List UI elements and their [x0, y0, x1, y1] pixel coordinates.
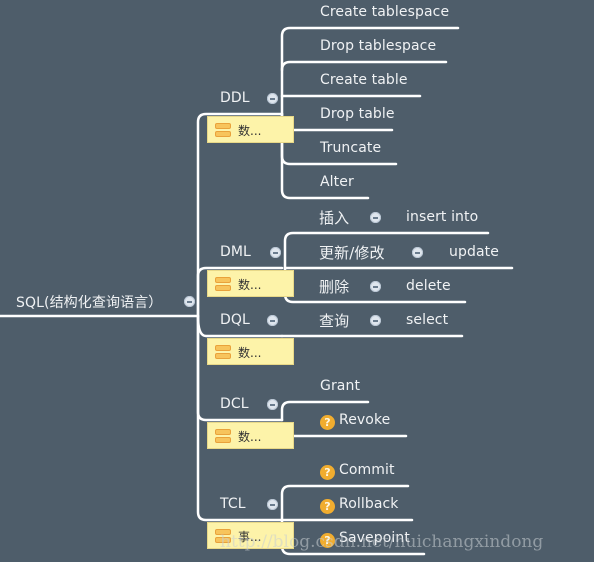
dml-note-text: 数...	[238, 278, 262, 292]
note-icon	[215, 429, 231, 443]
update-collapse-icon[interactable]	[412, 247, 423, 258]
question-icon: ?	[320, 465, 335, 480]
ddl-item[interactable]: Truncate	[320, 140, 381, 156]
dml-note[interactable]: 数...	[207, 270, 294, 297]
dcl-collapse-icon[interactable]	[267, 399, 278, 410]
dcl-note-text: 数...	[238, 430, 262, 444]
dql-select-label[interactable]: 查询	[319, 310, 349, 331]
branch-dql-label[interactable]: DQL	[220, 312, 250, 328]
ddl-item[interactable]: Drop tablespace	[320, 38, 436, 54]
ddl-item[interactable]: Create tablespace	[320, 4, 449, 20]
dcl-grant[interactable]: Grant	[320, 378, 360, 394]
note-icon	[215, 277, 231, 291]
dcl-note[interactable]: 数...	[207, 422, 294, 449]
dcl-revoke-label: Revoke	[339, 412, 391, 428]
tcl-rollback[interactable]: ? Rollback	[320, 496, 399, 514]
ddl-item[interactable]: Create table	[320, 72, 408, 88]
branch-tcl-label[interactable]: TCL	[220, 496, 246, 512]
tcl-collapse-icon[interactable]	[267, 499, 278, 510]
tcl-commit[interactable]: ? Commit	[320, 462, 395, 480]
insert-collapse-icon[interactable]	[370, 212, 381, 223]
note-icon	[215, 345, 231, 359]
branch-ddl-label[interactable]: DDL	[220, 90, 250, 106]
watermark: http://blog.csdn.net/huichangxindong	[220, 532, 544, 552]
dml-collapse-icon[interactable]	[270, 247, 281, 258]
dql-select-value[interactable]: select	[406, 312, 448, 328]
dml-delete-value[interactable]: delete	[406, 278, 451, 294]
dql-note-text: 数...	[238, 346, 262, 360]
ddl-note-text: 数...	[238, 124, 262, 138]
root-node-label[interactable]: SQL(结构化查询语言）	[16, 292, 162, 312]
tcl-commit-label: Commit	[339, 462, 395, 478]
ddl-note[interactable]: 数...	[207, 116, 294, 143]
question-icon: ?	[320, 415, 335, 430]
dml-update-value[interactable]: update	[449, 244, 499, 260]
select-collapse-icon[interactable]	[370, 315, 381, 326]
tcl-rollback-label: Rollback	[339, 496, 399, 512]
dml-insert-value[interactable]: insert into	[406, 209, 478, 225]
dml-delete-label[interactable]: 删除	[319, 276, 349, 297]
dql-collapse-icon[interactable]	[267, 315, 278, 326]
question-icon: ?	[320, 499, 335, 514]
branch-dml-label[interactable]: DML	[220, 244, 251, 260]
dml-insert-label[interactable]: 插入	[319, 207, 349, 228]
delete-collapse-icon[interactable]	[370, 281, 381, 292]
dql-note[interactable]: 数...	[207, 338, 294, 365]
root-collapse-icon[interactable]	[184, 296, 195, 307]
ddl-item[interactable]: Drop table	[320, 106, 395, 122]
ddl-item[interactable]: Alter	[320, 174, 354, 190]
ddl-collapse-icon[interactable]	[267, 93, 278, 104]
branch-dcl-label[interactable]: DCL	[220, 396, 249, 412]
dml-update-label[interactable]: 更新/修改	[319, 242, 385, 263]
dcl-revoke[interactable]: ? Revoke	[320, 412, 390, 430]
connector-lines	[0, 26, 514, 556]
note-icon	[215, 123, 231, 137]
